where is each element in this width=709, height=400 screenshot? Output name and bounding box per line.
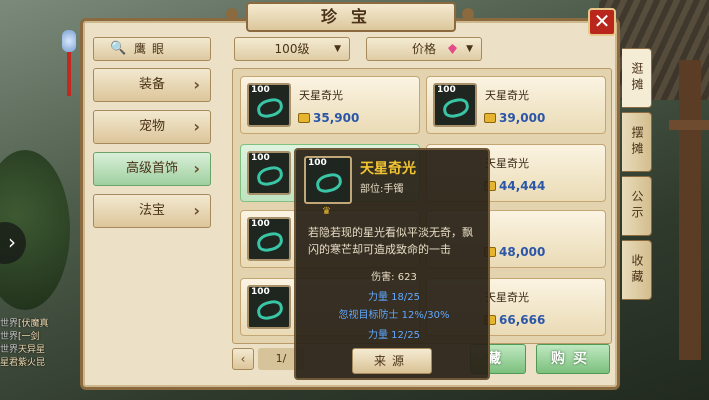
chat-text: 星君紫火昆 bbox=[0, 358, 46, 368]
chat-channel: 世界 bbox=[0, 345, 19, 355]
chevron-right-icon: › bbox=[193, 75, 200, 94]
item-price: 66,666 bbox=[499, 313, 546, 327]
chat-channel: 世界 bbox=[0, 332, 19, 342]
tooltip-stat: 力量 18/25 bbox=[368, 292, 420, 303]
bracelet-icon: 100 bbox=[304, 156, 352, 204]
price-sort-dropdown[interactable]: 价格 ▼ bbox=[366, 37, 482, 61]
item-card[interactable]: 100 天星奇光 35,900 bbox=[240, 76, 420, 134]
level-filter-value: 100级 bbox=[274, 42, 310, 56]
search-label: 鹰眼 bbox=[134, 42, 171, 56]
item-level: 100 bbox=[308, 158, 327, 168]
bracelet-art bbox=[255, 298, 285, 322]
chat-text: [一剑 bbox=[18, 332, 40, 342]
item-price: 48,000 bbox=[499, 245, 546, 259]
coin-icon bbox=[484, 113, 496, 123]
nav-item-label: 高级首饰 bbox=[125, 161, 178, 176]
tassel-decoration bbox=[67, 52, 71, 96]
prev-page-button[interactable]: ‹ bbox=[232, 348, 254, 370]
item-name: 天星奇光 bbox=[299, 89, 343, 102]
bracelet-art bbox=[255, 96, 285, 120]
chat-text: [伏魔真 bbox=[18, 319, 49, 329]
price-sort-label: 价格 bbox=[411, 42, 436, 56]
item-tooltip: 100 ♛ 天星奇光 部位:手镯 若隐若现的星光看似平淡无奇，飘闪的寒芒却可造成… bbox=[294, 148, 490, 380]
tab-set-up-stall[interactable]: 摆摊 bbox=[622, 112, 652, 172]
nav-item-artifacts[interactable]: 法宝 › bbox=[93, 194, 211, 228]
close-button[interactable]: ✕ bbox=[588, 8, 616, 36]
item-level: 100 bbox=[251, 287, 270, 297]
bracelet-art bbox=[255, 164, 285, 188]
bracelet-icon: 100 bbox=[247, 151, 291, 195]
item-price: 39,000 bbox=[499, 111, 546, 125]
tooltip-stat: 力量 12/25 bbox=[368, 330, 420, 341]
item-card[interactable]: 100 天星奇光 39,000 bbox=[426, 76, 606, 134]
bracelet-icon: 100 bbox=[247, 285, 291, 329]
nav-item-label: 法宝 bbox=[138, 203, 165, 218]
caret-down-icon: ▼ bbox=[466, 44, 473, 54]
bracelet-art bbox=[255, 230, 285, 254]
nav-item-label: 宠物 bbox=[138, 119, 165, 134]
item-price: 44,444 bbox=[499, 179, 546, 193]
item-level: 100 bbox=[251, 219, 270, 229]
buy-button[interactable]: 购买 bbox=[536, 344, 610, 374]
level-filter-dropdown[interactable]: 100级 ▼ bbox=[234, 37, 350, 61]
chevron-right-icon: › bbox=[193, 117, 200, 136]
chat-channel: 世界 bbox=[0, 319, 19, 329]
bracelet-icon: 100 bbox=[247, 217, 291, 261]
bracelet-art bbox=[441, 96, 471, 120]
nav-item-label: 装备 bbox=[138, 77, 165, 92]
lantern-icon bbox=[62, 30, 76, 52]
panel-title: 珍宝 bbox=[246, 2, 456, 32]
search-icon: 🔍 bbox=[110, 41, 127, 56]
bracelet-art bbox=[314, 171, 344, 195]
nav-item-advanced-jewelry[interactable]: 高级首饰 › bbox=[93, 152, 211, 186]
title-ornament-left bbox=[226, 8, 238, 20]
chat-text: 天异星 bbox=[18, 345, 46, 355]
tab-announcements[interactable]: 公示 bbox=[622, 176, 652, 236]
chevron-right-icon: › bbox=[193, 159, 200, 178]
item-name: 天星奇光 bbox=[485, 89, 529, 102]
tooltip-damage: 伤害: 623 bbox=[371, 272, 417, 283]
tab-favorites[interactable]: 收藏 bbox=[622, 240, 652, 300]
eagle-eye-search-button[interactable]: 🔍 鹰眼 bbox=[93, 37, 211, 61]
coin-icon bbox=[298, 113, 310, 123]
chevron-right-icon: › bbox=[193, 201, 200, 220]
tooltip-slot: 部位:手镯 bbox=[360, 184, 404, 195]
tooltip-item-name: 天星奇光 bbox=[360, 161, 416, 177]
tooltip-description: 若隐若现的星光看似平淡无奇，飘闪的寒芒却可造成致命的一击 bbox=[308, 226, 473, 256]
tooltip-stat: 忽视目标防士 12%/30% bbox=[338, 310, 450, 321]
post-scenery bbox=[679, 60, 701, 360]
tab-browse-stalls[interactable]: 逛摊 bbox=[622, 48, 652, 108]
crown-icon: ♛ bbox=[322, 206, 331, 217]
item-price: 35,900 bbox=[313, 111, 360, 125]
nav-item-equipment[interactable]: 装备 › bbox=[93, 68, 211, 102]
gem-icon bbox=[448, 44, 457, 54]
bracelet-icon: 100 bbox=[433, 83, 477, 127]
source-button[interactable]: 来源 bbox=[352, 348, 432, 374]
item-level: 100 bbox=[437, 85, 456, 95]
nav-item-pets[interactable]: 宠物 › bbox=[93, 110, 211, 144]
item-name: 天星奇光 bbox=[485, 157, 529, 170]
title-ornament-right bbox=[462, 8, 474, 20]
beam-scenery bbox=[669, 120, 709, 130]
item-level: 100 bbox=[251, 85, 270, 95]
item-level: 100 bbox=[251, 153, 270, 163]
caret-down-icon: ▼ bbox=[334, 44, 341, 54]
bracelet-icon: 100 bbox=[247, 83, 291, 127]
